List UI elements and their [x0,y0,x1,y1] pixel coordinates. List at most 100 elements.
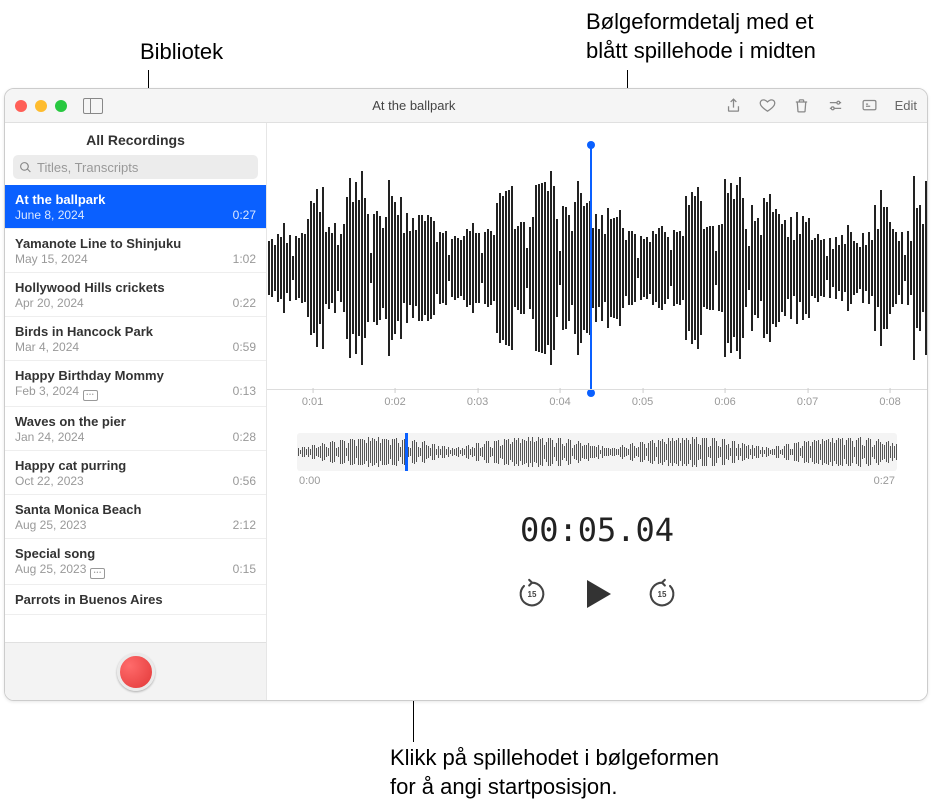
recording-meta: Aug 25, 2023 2:12 [15,518,256,532]
waveform-bars [267,153,927,383]
skip-back-button[interactable]: 15 [515,577,549,611]
window-title: At the ballpark [103,98,725,113]
callout-text: blått spillehode i midten [586,37,816,66]
recording-date: Mar 4, 2024 [15,340,79,354]
recording-date: Aug 25, 2023 [15,562,105,578]
recording-meta: Oct 22, 2023 0:56 [15,474,256,488]
recording-meta: Jan 24, 2024 0:28 [15,430,256,444]
recording-title: Parrots in Buenos Aires [15,592,256,607]
recording-title: Hollywood Hills crickets [15,280,256,295]
recording-title: Special song [15,546,256,561]
recording-meta: May 15, 2024 1:02 [15,252,256,266]
time-tick: 0:03 [467,396,488,408]
minimize-window-button[interactable] [35,100,47,112]
recording-item[interactable]: Happy cat purringOct 22, 2023 0:56 [5,451,266,495]
close-window-button[interactable] [15,100,27,112]
recording-item[interactable]: Yamanote Line to ShinjukuMay 15, 2024 1:0… [5,229,266,273]
settings-sliders-icon[interactable] [827,97,845,115]
recording-item[interactable]: Hollywood Hills cricketsApr 20, 2024 0:22 [5,273,266,317]
time-tick: 0:02 [384,396,405,408]
recordings-list: At the ballparkJune 8, 2024 0:27 Yamanote … [5,185,266,642]
skip-seconds-label: 15 [528,590,537,599]
callout-text: Klikk på spillehodet i bølgeformen [390,744,719,773]
recording-duration: 1:02 [233,252,256,266]
recording-duration: 2:12 [233,518,256,532]
recording-meta: Feb 3, 2024 0:13 [15,384,256,400]
waveform-detail[interactable]: 0:01 0:02 0:03 0:04 0:05 0:06 0:07 0:08 [267,123,927,413]
recording-meta: June 8, 2024 0:27 [15,208,256,222]
recording-date: May 15, 2024 [15,252,88,266]
time-tick: 0:01 [302,396,323,408]
sidebar-toggle-icon[interactable] [83,98,103,114]
time-ticks: 0:01 0:02 0:03 0:04 0:05 0:06 0:07 0:08 [267,389,927,413]
playback-controls: 15 15 [267,577,927,611]
recording-duration: 0:27 [233,208,256,222]
recording-date: Aug 25, 2023 [15,518,86,532]
transcript-icon[interactable] [861,97,879,115]
trash-icon[interactable] [793,97,811,115]
play-button[interactable] [581,578,613,610]
sidebar: All Recordings Titles, Transcripts At th… [5,123,267,700]
recording-meta: Aug 25, 2023 0:15 [15,562,256,578]
timecode: 00:05.04 [267,511,927,549]
overview-playhead[interactable] [405,433,408,471]
recording-date: June 8, 2024 [15,208,84,222]
favorite-icon[interactable] [759,97,777,115]
share-icon[interactable] [725,97,743,115]
app-window: At the ballpark Edit All Recordings [4,88,928,701]
recording-duration: 0:28 [233,430,256,444]
recording-duration: 0:15 [233,562,256,578]
recording-date: Feb 3, 2024 [15,384,98,400]
recording-item[interactable]: At the ballparkJune 8, 2024 0:27 [5,185,266,229]
titlebar: At the ballpark Edit [5,89,927,123]
waveform-overview[interactable] [297,433,897,471]
fullscreen-window-button[interactable] [55,100,67,112]
skip-forward-button[interactable]: 15 [645,577,679,611]
recording-item[interactable]: Happy Birthday MommyFeb 3, 2024 0:13 [5,361,266,407]
recording-item[interactable]: Birds in Hancock ParkMar 4, 2024 0:59 [5,317,266,361]
callout-overview: Klikk på spillehodet i bølgeformen for å… [390,744,719,801]
edit-button[interactable]: Edit [895,98,917,113]
search-placeholder: Titles, Transcripts [37,160,138,175]
transcript-badge-icon [83,390,98,401]
callout-waveform-top: Bølgeformdetalj med et blått spillehode … [586,8,816,65]
recording-title: At the ballpark [15,192,256,207]
time-tick: 0:06 [714,396,735,408]
recording-title: Yamanote Line to Shinjuku [15,236,256,251]
recording-item[interactable]: Special songAug 25, 2023 0:15 [5,539,266,585]
recording-date: Apr 20, 2024 [15,296,84,310]
window-controls [15,100,67,112]
time-tick: 0:04 [549,396,570,408]
playhead[interactable] [590,145,592,393]
overview-end-time: 0:27 [874,475,895,487]
recording-duration: 0:56 [233,474,256,488]
recording-duration: 0:13 [233,384,256,400]
time-tick: 0:08 [879,396,900,408]
time-tick: 0:05 [632,396,653,408]
recording-item[interactable]: Waves on the pierJan 24, 20240:28 [5,407,266,451]
recording-date: Oct 22, 2023 [15,474,84,488]
sidebar-footer [5,642,266,700]
recording-date: Jan 24, 2024 [15,430,84,444]
play-icon [587,580,611,608]
recording-meta: Mar 4, 2024 0:59 [15,340,256,354]
record-button[interactable] [117,653,155,691]
recording-title: Happy Birthday Mommy [15,368,256,383]
callout-text: for å angi startposisjon. [390,773,719,802]
sidebar-header: All Recordings [5,123,266,155]
recording-duration: 0:22 [233,296,256,310]
main-area: 0:01 0:02 0:03 0:04 0:05 0:06 0:07 0:08 0:00 0:… [267,123,927,700]
overview-start-time: 0:00 [299,475,320,487]
time-tick: 0:07 [797,396,818,408]
skip-seconds-label: 15 [658,590,667,599]
callout-library: Bibliotek [140,38,223,67]
recording-duration: 0:59 [233,340,256,354]
recording-item[interactable]: Parrots in Buenos Aires [5,585,266,615]
recording-item[interactable]: Santa Monica BeachAug 25, 20232:12 [5,495,266,539]
callout-text: Bølgeformdetalj med et [586,8,816,37]
recording-meta: Apr 20, 2024 0:22 [15,296,256,310]
recording-title: Birds in Hancock Park [15,324,256,339]
search-input[interactable]: Titles, Transcripts [13,155,258,179]
transcript-badge-icon [90,568,105,579]
recording-title: Happy cat purring [15,458,256,473]
